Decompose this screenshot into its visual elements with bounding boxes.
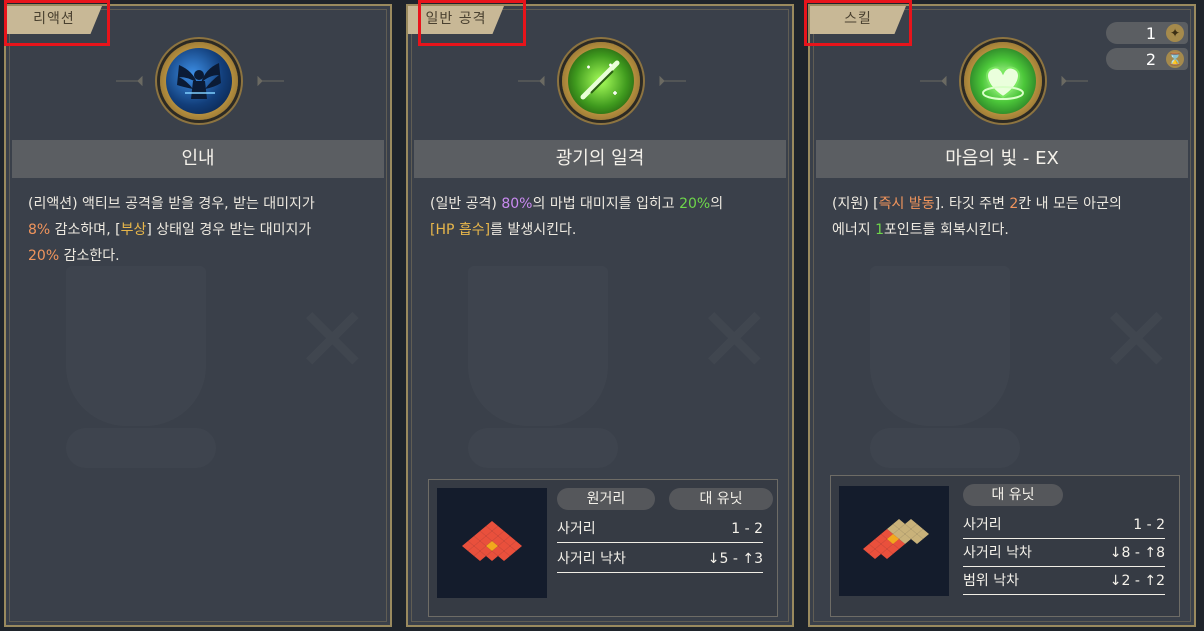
- skill-title: 인내: [12, 140, 384, 178]
- range-pattern-icon: [863, 519, 929, 559]
- background-cross: ✕: [295, 296, 370, 386]
- skill-description: (지원) [즉시 발동]. 타깃 주변 2칸 내 모든 아군의 에너지 1포인트를…: [832, 191, 1180, 243]
- area-diff-label: 범위 낙차: [963, 573, 1019, 589]
- highlight-text: 1: [875, 222, 885, 238]
- highlight-text: 즉시 발동: [878, 196, 935, 212]
- green-slash-icon: [568, 48, 634, 114]
- description-line: (일반 공격) 80%의 마법 대미지를 입히고 20%의: [430, 191, 778, 217]
- cooldown-value: 2: [1145, 49, 1156, 69]
- spark-icon: ✦: [1166, 24, 1184, 42]
- attack-range-grid: [437, 488, 547, 598]
- description-text: (지원) [: [832, 196, 879, 212]
- skill-icon-frame[interactable]: [964, 42, 1042, 120]
- background-bar: [66, 428, 216, 468]
- skill-card-skill[interactable]: 스킬 ✕ 1 ✦ 2 ⌛ 마음의 빛 - EX (지원) [즉시 발동]. 타깃…: [808, 4, 1196, 627]
- skill-card-normal-attack[interactable]: 일반 공격 ✕ 광기의 일격 (일반 공격) 80%의 마법 대미지를 입히고 …: [406, 4, 794, 627]
- range-value: 1 - 2: [1133, 517, 1165, 533]
- height-diff-value: ↓5 - ↑3: [707, 551, 763, 567]
- hourglass-icon: ⌛: [1166, 50, 1184, 68]
- background-emblem: [66, 266, 206, 426]
- description-line: [HP 흡수]를 발생시킨다.: [430, 217, 778, 243]
- description-line: 에너지 1포인트를 회복시킨다.: [832, 217, 1180, 243]
- range-row: 사거리 1 - 2: [557, 516, 763, 543]
- height-diff-label: 사거리 낙차: [963, 545, 1032, 561]
- ornament-left-icon: [920, 76, 947, 86]
- attack-range-grid: [839, 486, 949, 596]
- description-text: 칸 내 모든 아군의: [1018, 196, 1122, 212]
- description-line: (리액션) 액티브 공격을 받을 경우, 받는 대미지가: [28, 191, 376, 217]
- description-text: ] 상태일 경우 받는 대미지가: [146, 222, 312, 238]
- highlight-text: [HP 흡수]: [430, 222, 491, 238]
- highlight-text: 80%: [501, 196, 533, 212]
- skill-icon-frame[interactable]: [160, 42, 238, 120]
- skill-card-reaction[interactable]: 리액션 ✕ 인내 (리액션) 액티브 공격을 받을 경우, 받는 대미지가8% …: [4, 4, 392, 627]
- description-text: 감소한다.: [59, 248, 120, 264]
- skill-title: 광기의 일격: [414, 140, 786, 178]
- range-pattern-icon: [462, 521, 522, 561]
- skill-title: 마음의 빛 - EX: [816, 140, 1188, 178]
- highlight-text: 20%: [679, 196, 711, 212]
- energy-cost-value: 1: [1145, 23, 1156, 43]
- range-label: 사거리: [963, 517, 1002, 533]
- description-text: 감소하며, [: [50, 222, 121, 238]
- green-heart-icon: [970, 48, 1036, 114]
- highlight-box-2: [418, 0, 526, 46]
- background-cross: ✕: [697, 296, 772, 386]
- description-text: (리액션) 액티브 공격을 받을 경우, 받는 대미지가: [28, 196, 315, 212]
- highlight-text: 20%: [28, 248, 60, 264]
- area-diff-value: ↓2 - ↑2: [1109, 573, 1165, 589]
- height-diff-row: 사거리 낙차 ↓5 - ↑3: [557, 546, 763, 573]
- highlight-box-1: [4, 0, 110, 46]
- skill-counters: 1 ✦ 2 ⌛: [1106, 22, 1188, 74]
- description-text: 의: [710, 196, 724, 212]
- skill-description: (일반 공격) 80%의 마법 대미지를 입히고 20%의 [HP 흡수]를 발생…: [430, 191, 778, 243]
- highlight-text: 2: [1009, 196, 1019, 212]
- description-line: 20% 감소한다.: [28, 243, 376, 269]
- height-diff-row: 사거리 낙차 ↓8 - ↑8: [963, 540, 1165, 567]
- ornament-left-icon: [518, 76, 545, 86]
- height-diff-value: ↓8 - ↑8: [1109, 545, 1165, 561]
- height-diff-label: 사거리 낙차: [557, 551, 626, 567]
- description-line: 8% 감소하며, [부상] 상태일 경우 받는 대미지가: [28, 217, 376, 243]
- highlight-text: 8%: [28, 222, 51, 238]
- highlight-text: 부상: [120, 222, 147, 238]
- description-text: 포인트를 회복시킨다.: [884, 222, 1009, 238]
- range-info-panel: 원거리 대 유닛 사거리 1 - 2 사거리 낙차 ↓5 - ↑3: [428, 479, 778, 617]
- cooldown-counter: 2 ⌛: [1106, 48, 1188, 70]
- energy-cost-counter: 1 ✦: [1106, 22, 1188, 44]
- range-row: 사거리 1 - 2: [963, 512, 1165, 539]
- background-bar: [468, 428, 618, 468]
- description-text: 의 마법 대미지를 입히고: [532, 196, 680, 212]
- area-diff-row: 범위 낙차 ↓2 - ↑2: [963, 568, 1165, 595]
- description-line: (지원) [즉시 발동]. 타깃 주변 2칸 내 모든 아군의: [832, 191, 1180, 217]
- description-text: (일반 공격): [430, 196, 502, 212]
- target-type-pill: 대 유닛: [669, 488, 773, 510]
- ornament-right-icon: [257, 76, 284, 86]
- description-text: 에너지: [832, 222, 876, 238]
- range-info-panel: 대 유닛 사거리 1 - 2 사거리 낙차 ↓8 - ↑8 범위 낙차 ↓2 -…: [830, 475, 1180, 617]
- skill-icon-frame[interactable]: [562, 42, 640, 120]
- description-text: 를 발생시킨다.: [490, 222, 577, 238]
- highlight-box-3: [804, 0, 912, 46]
- target-type-pill: 대 유닛: [963, 484, 1063, 506]
- ornament-right-icon: [659, 76, 686, 86]
- background-emblem: [870, 266, 1010, 426]
- description-text: ]. 타깃 주변: [934, 196, 1010, 212]
- background-emblem: [468, 266, 608, 426]
- background-cross: ✕: [1099, 296, 1174, 386]
- winged-figure-icon: [166, 48, 232, 114]
- skill-description: (리액션) 액티브 공격을 받을 경우, 받는 대미지가 8% 감소하며, [부상…: [28, 191, 376, 269]
- range-value: 1 - 2: [731, 521, 763, 537]
- range-type-pill: 원거리: [557, 488, 655, 510]
- ornament-left-icon: [116, 76, 143, 86]
- background-bar: [870, 428, 1020, 468]
- ornament-right-icon: [1061, 76, 1088, 86]
- range-label: 사거리: [557, 521, 596, 537]
